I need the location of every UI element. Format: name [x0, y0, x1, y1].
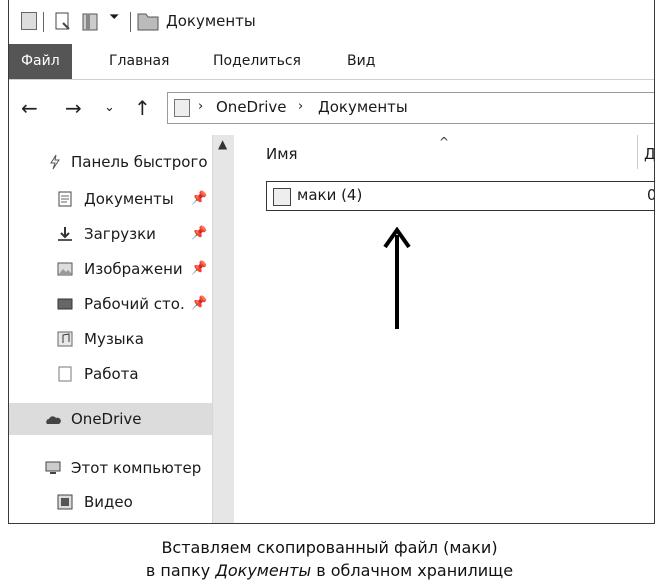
downloads-icon: [58, 227, 72, 241]
folder-icon: [137, 13, 159, 31]
desktop-icon: [57, 298, 73, 310]
tab-share[interactable]: Поделиться: [213, 44, 301, 79]
tab-home[interactable]: Главная: [109, 44, 169, 79]
pin-icon[interactable]: 📌: [191, 184, 207, 214]
explorer-window: ⏷ Документы Файл Главная Поделиться Вид …: [8, 0, 655, 524]
quick-access-toolbar-dropdown-icon[interactable]: ⏷: [109, 10, 119, 25]
title-bar: ⏷ Документы: [9, 0, 654, 44]
ribbon-tabs: Файл Главная Поделиться Вид: [9, 44, 654, 80]
forward-arrow-icon[interactable]: →: [65, 96, 82, 120]
breadcrumb-chevron-icon[interactable]: ›: [198, 99, 203, 114]
up-arrow-annotation-icon: [383, 227, 411, 329]
column-divider[interactable]: [637, 135, 638, 169]
window-title: Документы: [166, 12, 256, 30]
this-pc-icon: [45, 461, 61, 474]
file-date-partial: 0: [647, 186, 654, 204]
sort-ascending-icon: ^: [439, 135, 450, 149]
sidebar-scrollbar[interactable]: ▲: [212, 135, 234, 523]
pin-icon[interactable]: 📌: [191, 289, 207, 319]
system-menu-icon[interactable]: [21, 12, 37, 30]
pin-icon[interactable]: 📌: [191, 254, 207, 284]
recent-locations-chevron-icon[interactable]: ⌄: [104, 100, 115, 115]
title-separator: [43, 12, 44, 32]
back-arrow-icon[interactable]: ←: [21, 96, 38, 120]
file-row[interactable]: маки (4) 0: [266, 181, 654, 211]
navigation-pane: Панель быстрого Документы 📌 Загрузки 📌 И…: [9, 135, 212, 523]
sidebar-item-onedrive[interactable]: OneDrive: [9, 403, 212, 435]
properties-icon[interactable]: [53, 12, 73, 32]
new-folder-icon[interactable]: [81, 12, 101, 32]
pin-icon[interactable]: 📌: [191, 219, 207, 249]
documents-icon: [58, 191, 72, 207]
breadcrumb-onedrive[interactable]: OneDrive: [216, 98, 287, 116]
video-icon: [57, 494, 73, 510]
sidebar-item-documents[interactable]: Документы 📌: [9, 184, 212, 214]
sidebar-item-pictures[interactable]: Изображени 📌: [9, 254, 212, 284]
column-header-date[interactable]: Д: [644, 145, 654, 163]
caption-line-1: Вставляем скопированный файл (маки): [161, 538, 498, 557]
folder-icon: [58, 366, 72, 382]
sidebar-item-this-pc[interactable]: Этот компьютер: [9, 453, 212, 483]
title-separator: [130, 12, 131, 32]
breadcrumb-chevron-icon[interactable]: ›: [298, 99, 303, 114]
pictures-icon: [57, 262, 73, 276]
onedrive-icon: [46, 416, 61, 424]
sidebar-item-downloads[interactable]: Загрузки 📌: [9, 219, 212, 249]
location-icon: [174, 99, 190, 117]
image-file-icon: [273, 188, 291, 206]
address-box[interactable]: › OneDrive › Документы: [167, 92, 654, 124]
navigation-bar: ← → ⌄ ↑ › OneDrive › Документы: [9, 80, 654, 135]
scroll-up-icon[interactable]: ▲: [218, 137, 227, 151]
caption-line-2: в папку Документы в облачном хранилище: [145, 561, 514, 580]
sidebar-item-quick-access[interactable]: Панель быстрого: [9, 147, 212, 177]
sidebar-item-desktop[interactable]: Рабочий сто. 📌: [9, 289, 212, 319]
column-header-name[interactable]: Имя: [266, 145, 298, 163]
file-list-pane: ^ Имя Д маки (4) 0: [234, 135, 654, 523]
breadcrumb-documents[interactable]: Документы: [318, 98, 408, 116]
sidebar-item-work[interactable]: Работа: [9, 359, 212, 389]
file-name: маки (4): [297, 186, 363, 204]
tab-view[interactable]: Вид: [347, 44, 375, 79]
up-arrow-icon[interactable]: ↑: [134, 96, 151, 120]
music-icon: [57, 331, 73, 347]
sidebar-item-music[interactable]: Музыка: [9, 324, 212, 354]
tab-file[interactable]: Файл: [9, 44, 72, 79]
sidebar-item-video[interactable]: Видео: [9, 487, 212, 517]
quick-access-icon: [50, 154, 60, 170]
